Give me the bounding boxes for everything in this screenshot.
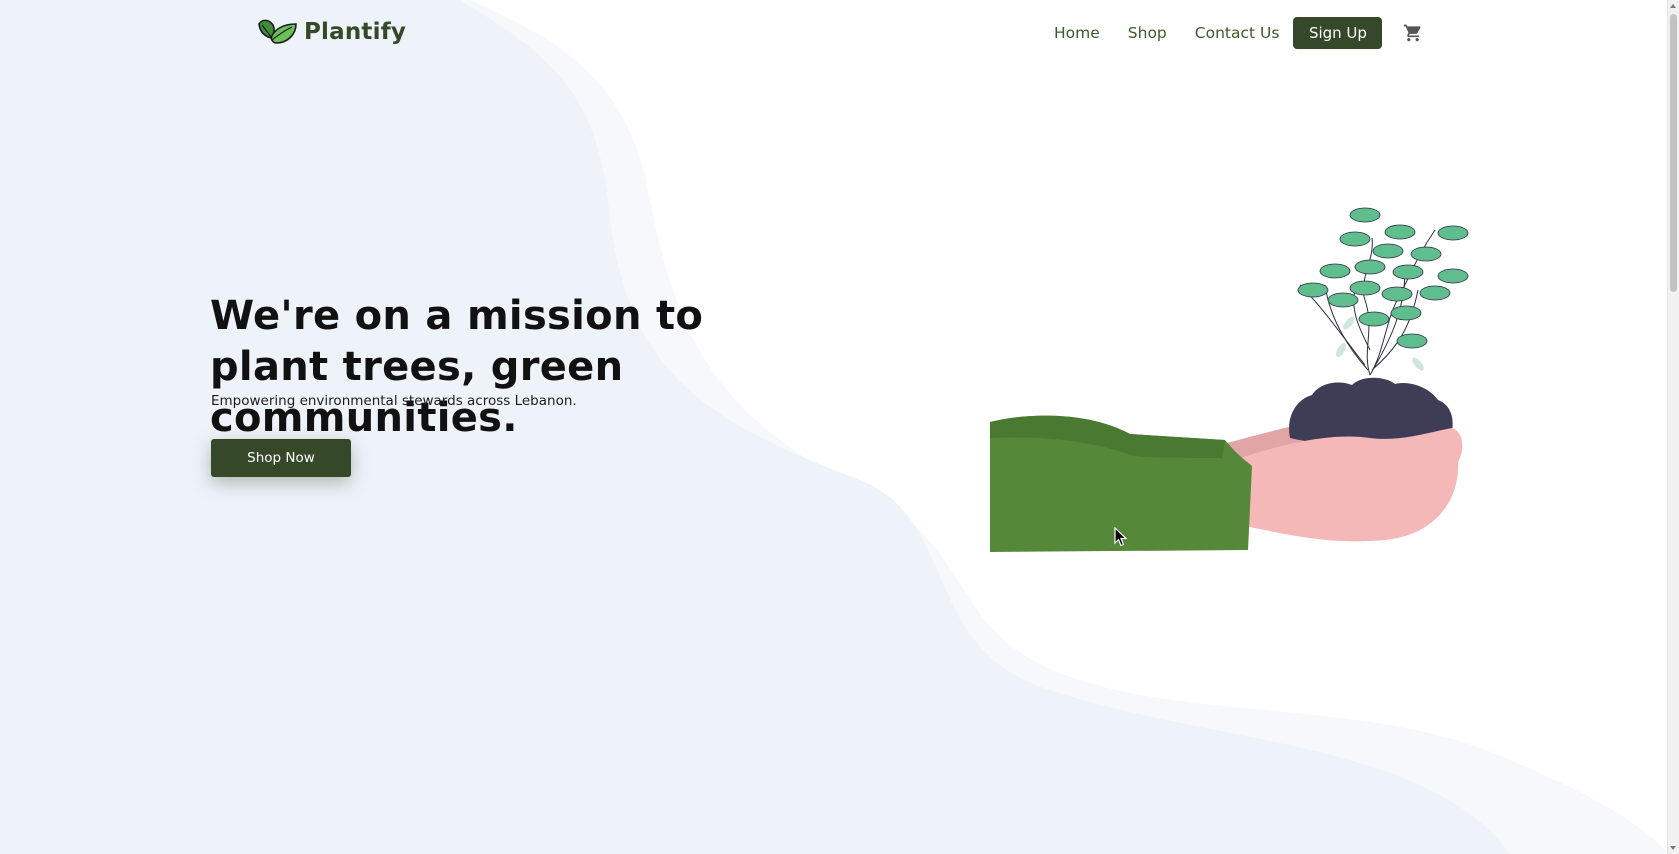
hero-subtitle: Empowering environmental stewards across… bbox=[211, 393, 577, 409]
shopping-cart-icon[interactable] bbox=[1402, 22, 1424, 44]
brand-name: Plantify bbox=[304, 19, 407, 45]
page-scrollbar[interactable] bbox=[1667, 0, 1679, 854]
nav-links: Home Shop Contact Us Sign Up bbox=[1040, 17, 1424, 49]
navbar: Plantify Home Shop Contact Us Sign Up bbox=[0, 0, 1668, 68]
page: Plantify Home Shop Contact Us Sign Up We… bbox=[0, 0, 1679, 854]
mouse-pointer-icon bbox=[1114, 527, 1128, 547]
scroll-up-arrow-icon[interactable] bbox=[1670, 4, 1676, 8]
hands-holding-plant-illustration bbox=[990, 207, 1469, 552]
nav-link-shop[interactable]: Shop bbox=[1114, 17, 1181, 49]
nav-link-contact[interactable]: Contact Us bbox=[1181, 17, 1294, 49]
sign-up-button[interactable]: Sign Up bbox=[1293, 17, 1383, 49]
hero-title: We're on a mission to plant trees, green… bbox=[210, 293, 704, 441]
scroll-thumb[interactable] bbox=[1670, 14, 1677, 292]
leaf-logo-icon bbox=[258, 19, 297, 44]
nav-link-home[interactable]: Home bbox=[1040, 17, 1114, 49]
scroll-down-arrow-icon[interactable] bbox=[1670, 846, 1676, 850]
shop-now-button[interactable]: Shop Now bbox=[211, 439, 351, 477]
brand-home-link[interactable]: Plantify bbox=[256, 16, 406, 48]
